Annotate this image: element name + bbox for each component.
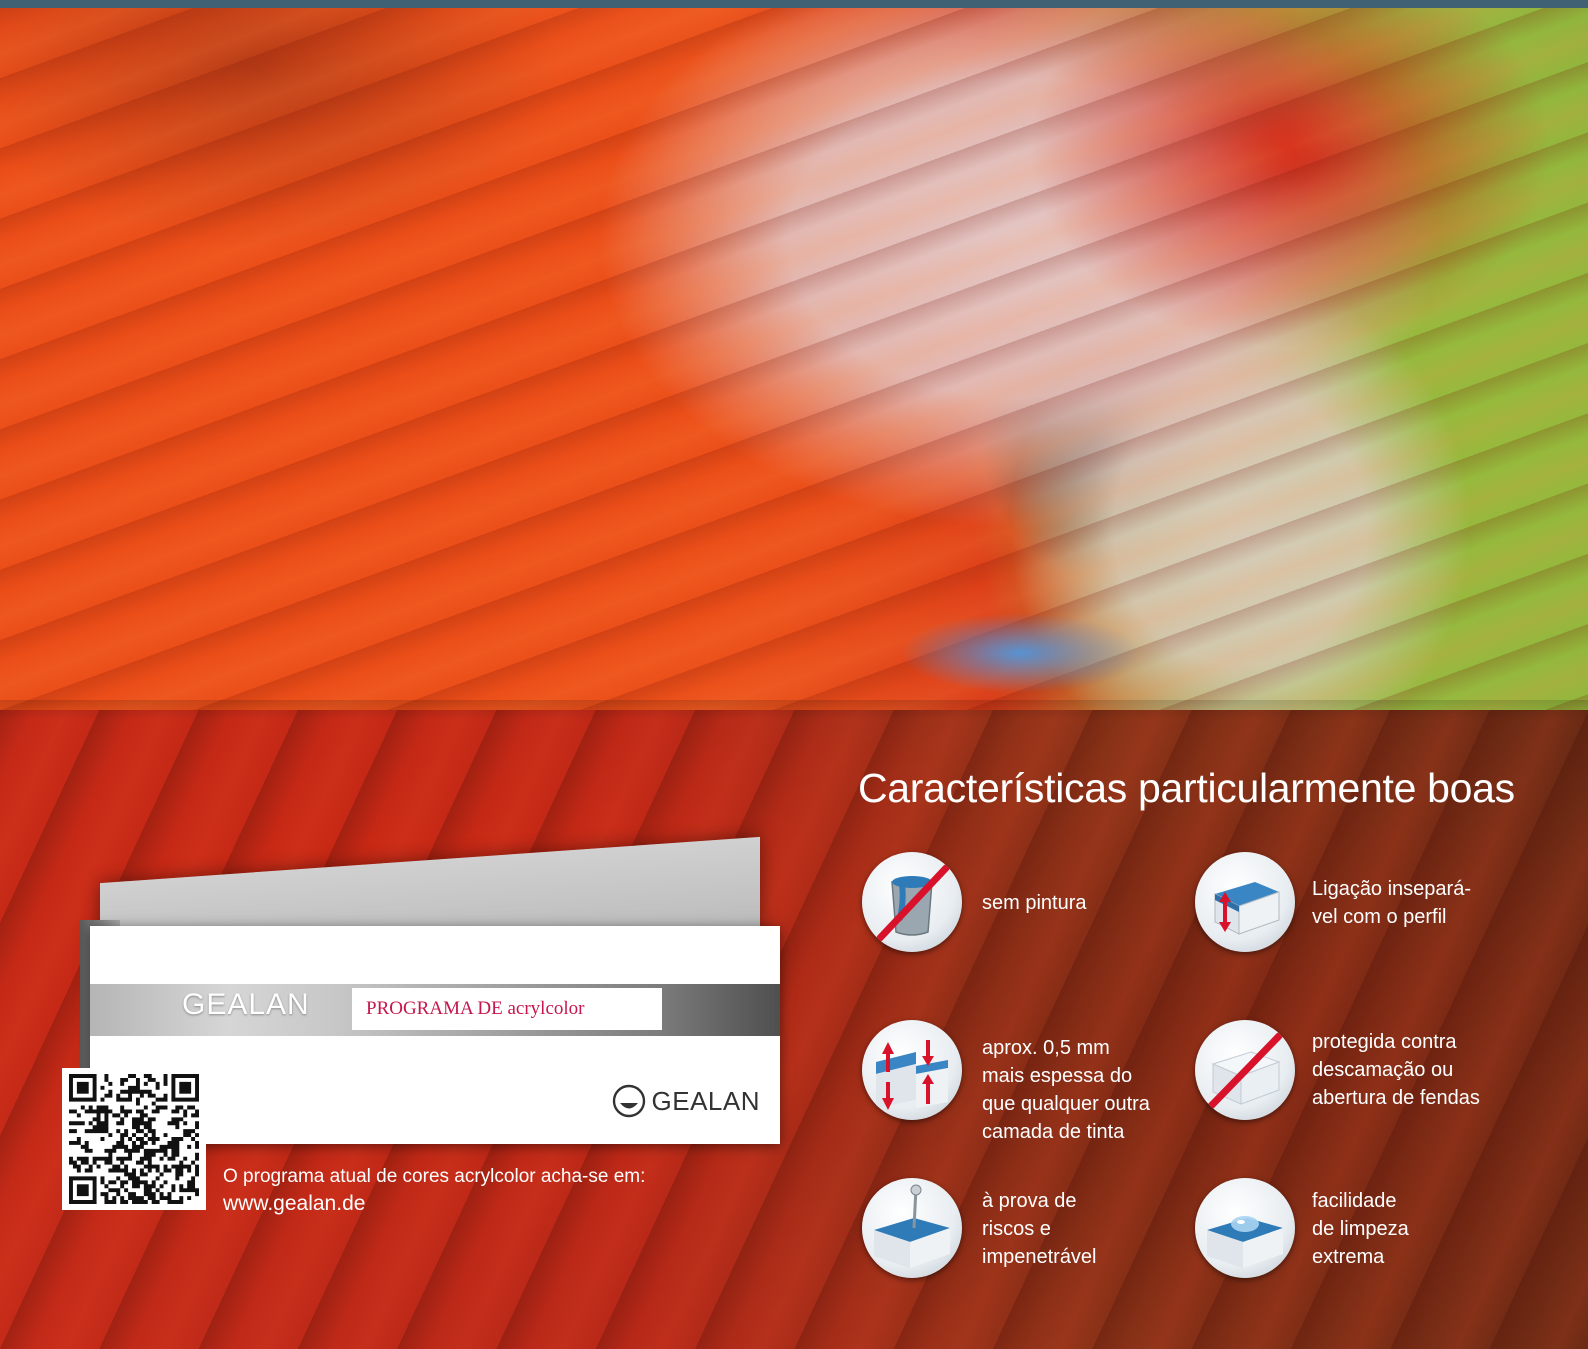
feature-line: vel com o perfil xyxy=(1312,906,1447,928)
program-info: O programa atual de cores acrylcolor ach… xyxy=(223,1163,645,1217)
feature-bond: Ligação insepará- vel com o perfil xyxy=(1312,875,1471,931)
feature-scratch-proof: à prova de riscos e impenetrável xyxy=(982,1187,1097,1271)
feature-thickness: aprox. 0,5 mm mais espessa do que qualqu… xyxy=(982,1034,1150,1146)
brochure-label-box: PROGRAMA DE acrylcolor xyxy=(352,988,662,1030)
feature-line: protegida contra xyxy=(1312,1031,1457,1053)
brochure-title-band: GEALAN PROGRAMA DE acrylcolor xyxy=(90,984,780,1036)
feature-no-paint: sem pintura xyxy=(982,889,1087,917)
feature-line: riscos e xyxy=(982,1218,1051,1240)
feature-line: extrema xyxy=(1312,1246,1385,1268)
feather-texture xyxy=(0,8,1588,710)
brochure-page: GEALAN PROGRAMA DE acrylcolor GEALAN O p… xyxy=(0,0,1588,1349)
feature-line: de limpeza xyxy=(1312,1218,1409,1240)
features-title: Características particularmente boas xyxy=(858,765,1515,811)
qr-code-icon xyxy=(69,1074,199,1204)
feature-line: Ligação insepará- xyxy=(1312,878,1471,900)
top-strip xyxy=(0,0,1588,8)
band-shadow xyxy=(0,700,1588,720)
feature-line: facilidade xyxy=(1312,1190,1397,1212)
feature-line: que qualquer outra xyxy=(982,1093,1150,1115)
no-paint-icon xyxy=(862,852,962,952)
feature-line: à prova de xyxy=(982,1190,1077,1212)
gealan-logo-text: GEALAN xyxy=(651,1085,760,1116)
feature-line: descamação ou xyxy=(1312,1059,1454,1081)
gealan-logo-icon xyxy=(612,1084,645,1118)
brochure-label: PROGRAMA DE acrylcolor xyxy=(366,998,585,1019)
thickness-icon xyxy=(862,1020,962,1120)
feature-line: camada de tinta xyxy=(982,1121,1125,1143)
feature-line: sem pintura xyxy=(982,892,1087,914)
brochure-brand: GEALAN xyxy=(182,988,310,1021)
gealan-logo: GEALAN xyxy=(612,1084,761,1118)
feature-easy-clean: facilidade de limpeza extrema xyxy=(1312,1187,1409,1271)
feature-line: impenetrável xyxy=(982,1246,1097,1268)
feature-line: aprox. 0,5 mm xyxy=(982,1037,1110,1059)
feature-line: abertura de fendas xyxy=(1312,1087,1480,1109)
no-flaking-icon xyxy=(1195,1020,1295,1120)
scratch-proof-icon xyxy=(862,1178,962,1278)
easy-clean-icon xyxy=(1195,1178,1295,1278)
parrot-photo xyxy=(0,8,1588,710)
bond-icon xyxy=(1195,852,1295,952)
blue-feather-tips xyxy=(900,608,1140,698)
program-info-text: O programa atual de cores acrylcolor ach… xyxy=(223,1166,646,1187)
feature-line: mais espessa do xyxy=(982,1065,1133,1087)
qr-code[interactable] xyxy=(62,1068,206,1210)
program-url-link[interactable]: www.gealan.de xyxy=(223,1190,645,1217)
feature-no-flaking: protegida contra descamação ou abertura … xyxy=(1312,1028,1480,1112)
